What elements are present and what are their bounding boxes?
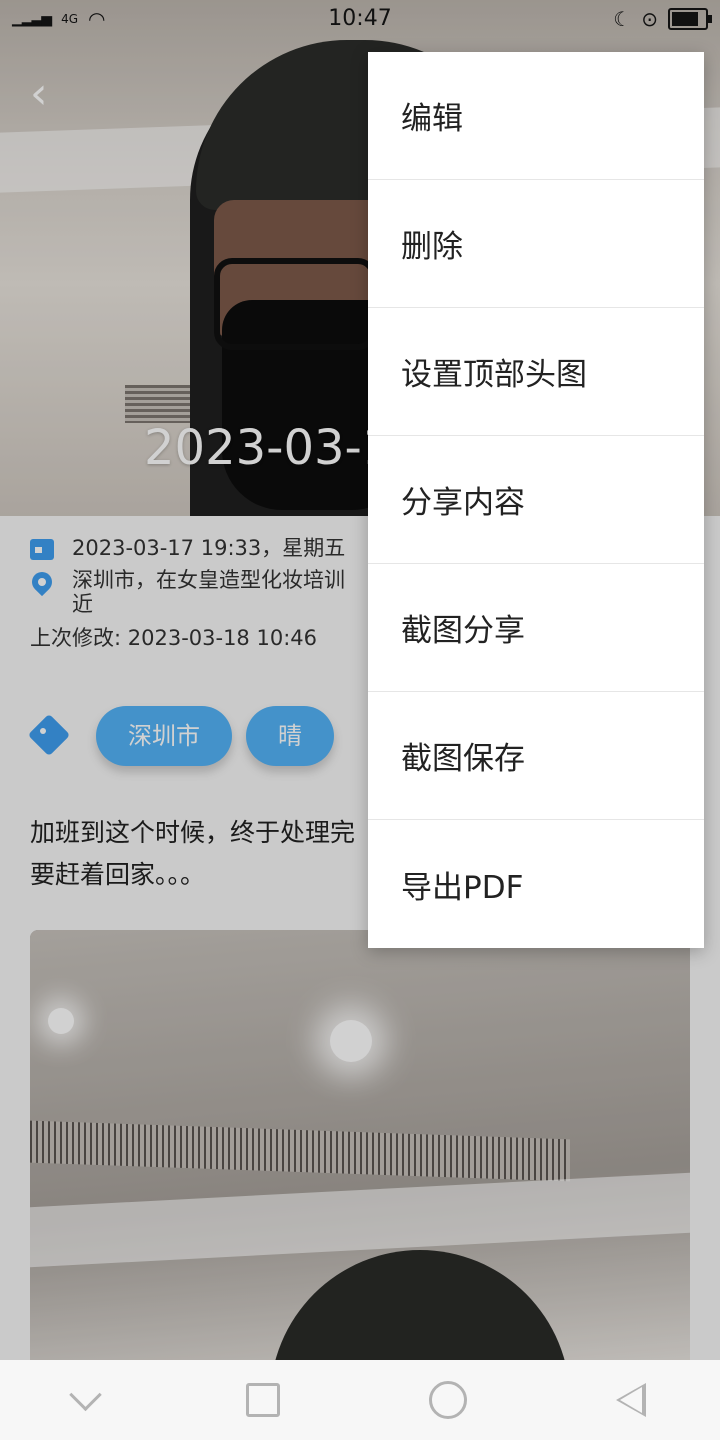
triangle-back-icon xyxy=(615,1383,646,1417)
square-icon xyxy=(246,1383,281,1417)
overflow-menu: 编辑 删除 设置顶部头图 分享内容 截图分享 截图保存 导出PDF xyxy=(368,52,704,948)
menu-item-screenshot-share[interactable]: 截图分享 xyxy=(368,564,704,692)
nav-recents-button[interactable] xyxy=(246,1383,281,1417)
circle-icon xyxy=(428,1381,467,1419)
system-nav-bar xyxy=(0,1360,720,1440)
status-time: 10:47 xyxy=(328,6,392,31)
menu-item-share-content[interactable]: 分享内容 xyxy=(368,436,704,564)
chevron-down-icon xyxy=(69,1378,103,1411)
nav-back-button[interactable] xyxy=(615,1383,646,1417)
menu-item-screenshot-save[interactable]: 截图保存 xyxy=(368,692,704,820)
nav-hide-button[interactable] xyxy=(69,1378,103,1412)
menu-item-export-pdf[interactable]: 导出PDF xyxy=(368,820,704,948)
menu-item-delete[interactable]: 删除 xyxy=(368,180,704,308)
status-bar: ▁▂▃▅ 4G ◠ 10:47 ☾ ⊙ xyxy=(0,0,720,38)
menu-item-edit[interactable]: 编辑 xyxy=(368,52,704,180)
nav-home-button[interactable] xyxy=(428,1381,467,1419)
battery-icon xyxy=(668,8,712,30)
menu-item-set-cover[interactable]: 设置顶部头图 xyxy=(368,308,704,436)
